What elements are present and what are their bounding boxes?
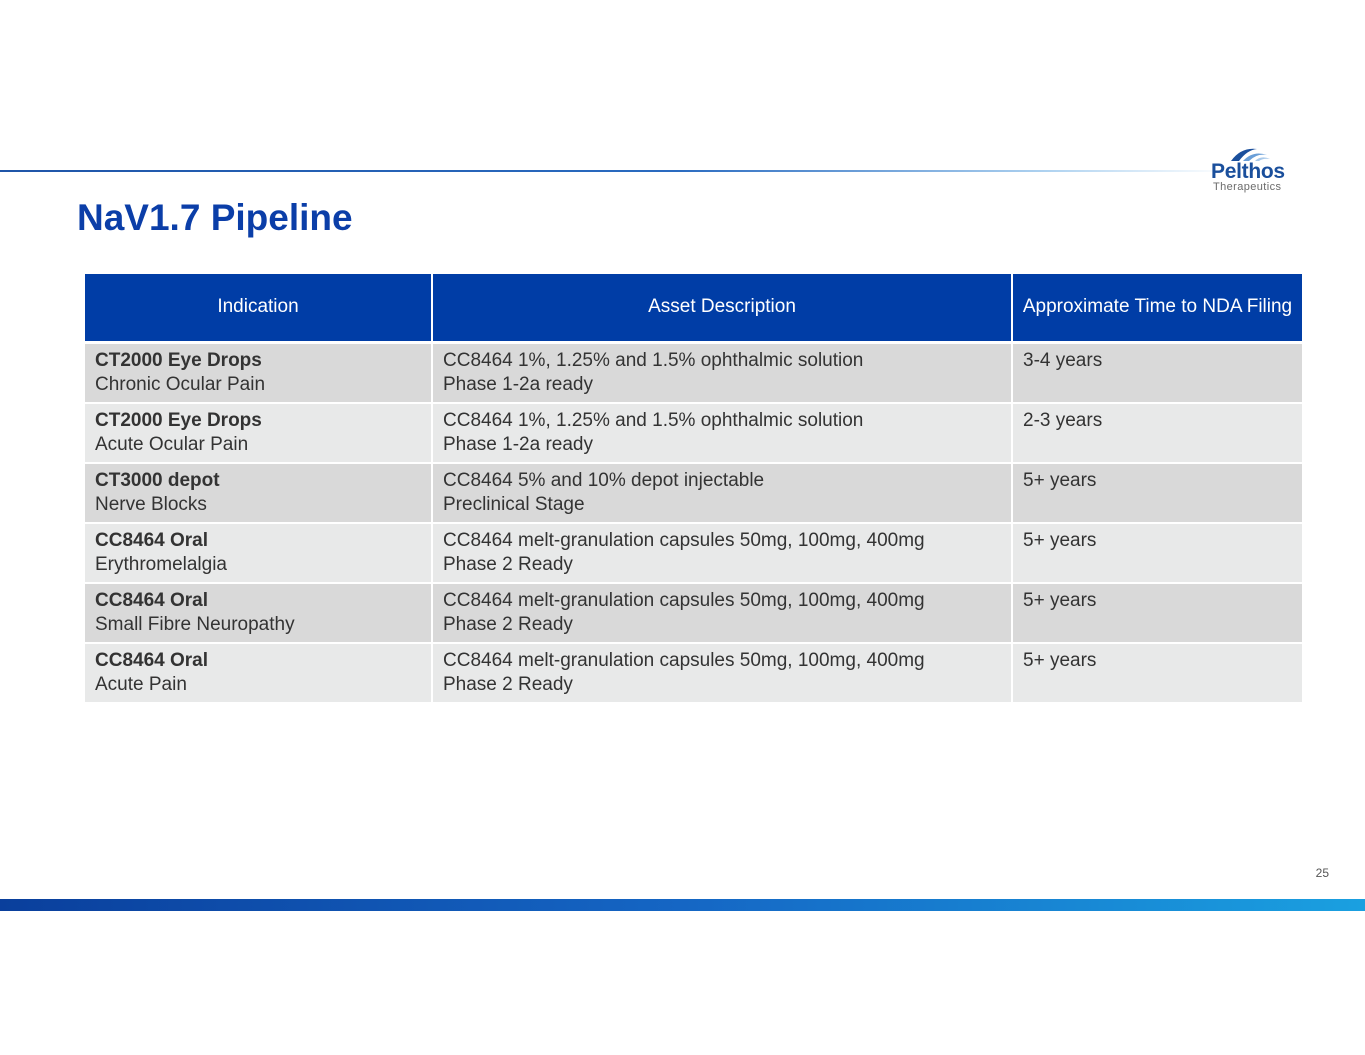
asset-stage: Phase 2 Ready [443,553,573,575]
asset-formulation: CC8464 melt-granulation capsules 50mg, 1… [443,589,925,611]
asset-stage: Phase 1-2a ready [443,433,593,455]
page-number: 25 [1315,866,1329,880]
asset-formulation: CC8464 1%, 1.25% and 1.5% ophthalmic sol… [443,349,864,371]
table-row: CT2000 Eye Drops Acute Ocular Pain CC846… [85,402,1302,464]
time-to-nda-cell: 5+ years [1012,462,1302,524]
product-name: CT2000 Eye Drops [95,409,262,431]
product-name: CC8464 Oral [95,589,209,611]
asset-description-cell: CC8464 melt-granulation capsules 50mg, 1… [432,582,1013,644]
indication-name: Nerve Blocks [95,493,207,515]
indication-cell: CT2000 Eye Drops Chronic Ocular Pain [85,342,433,404]
table-row: CC8464 Oral Acute Pain CC8464 melt-granu… [85,642,1302,704]
indication-name: Erythromelalgia [95,553,227,575]
asset-description-cell: CC8464 1%, 1.25% and 1.5% ophthalmic sol… [432,402,1013,464]
product-name: CT2000 Eye Drops [95,349,262,371]
asset-description-cell: CC8464 5% and 10% depot injectable Precl… [432,462,1013,524]
time-to-nda-cell: 5+ years [1012,642,1302,704]
asset-stage: Phase 2 Ready [443,673,573,695]
table-row: CT2000 Eye Drops Chronic Ocular Pain CC8… [85,342,1302,404]
indication-name: Small Fibre Neuropathy [95,613,295,635]
indication-cell: CC8464 Oral Erythromelalgia [85,522,433,584]
header-divider [0,170,1230,172]
indication-name: Acute Pain [95,673,187,695]
asset-formulation: CC8464 1%, 1.25% and 1.5% ophthalmic sol… [443,409,864,431]
page-title: NaV1.7 Pipeline [77,197,353,238]
asset-stage: Phase 1-2a ready [443,373,593,395]
asset-description-cell: CC8464 1%, 1.25% and 1.5% ophthalmic sol… [432,342,1013,404]
column-header-indication: Indication [85,274,433,344]
column-header-asset-description: Asset Description [432,274,1013,344]
logo-subtitle: Therapeutics [1213,181,1282,193]
product-name: CT3000 depot [95,469,220,491]
footer-bar [0,899,1365,911]
column-header-time-to-nda: Approximate Time to NDA Filing [1012,274,1302,344]
asset-formulation: CC8464 melt-granulation capsules 50mg, 1… [443,529,925,551]
time-to-nda-cell: 5+ years [1012,582,1302,644]
table-row: CT3000 depot Nerve Blocks CC8464 5% and … [85,462,1302,524]
time-to-nda-cell: 3-4 years [1012,342,1302,404]
asset-formulation: CC8464 melt-granulation capsules 50mg, 1… [443,649,925,671]
product-name: CC8464 Oral [95,649,209,671]
indication-name: Chronic Ocular Pain [95,373,266,395]
time-to-nda-cell: 2-3 years [1012,402,1302,464]
time-to-nda-cell: 5+ years [1012,522,1302,584]
asset-description-cell: CC8464 melt-granulation capsules 50mg, 1… [432,642,1013,704]
asset-stage: Preclinical Stage [443,493,585,515]
indication-name: Acute Ocular Pain [95,433,249,455]
table-header-row: Indication Asset Description Approximate… [85,274,1302,344]
product-name: CC8464 Oral [95,529,209,551]
table-row: CC8464 Oral Erythromelalgia CC8464 melt-… [85,522,1302,584]
indication-cell: CC8464 Oral Acute Pain [85,642,433,704]
indication-cell: CT3000 depot Nerve Blocks [85,462,433,524]
asset-formulation: CC8464 5% and 10% depot injectable [443,469,765,491]
company-logo: Pelthos Therapeutics [1205,146,1295,196]
indication-cell: CC8464 Oral Small Fibre Neuropathy [85,582,433,644]
asset-stage: Phase 2 Ready [443,613,573,635]
indication-cell: CT2000 Eye Drops Acute Ocular Pain [85,402,433,464]
pipeline-table: Indication Asset Description Approximate… [85,274,1302,704]
asset-description-cell: CC8464 melt-granulation capsules 50mg, 1… [432,522,1013,584]
table-row: CC8464 Oral Small Fibre Neuropathy CC846… [85,582,1302,644]
